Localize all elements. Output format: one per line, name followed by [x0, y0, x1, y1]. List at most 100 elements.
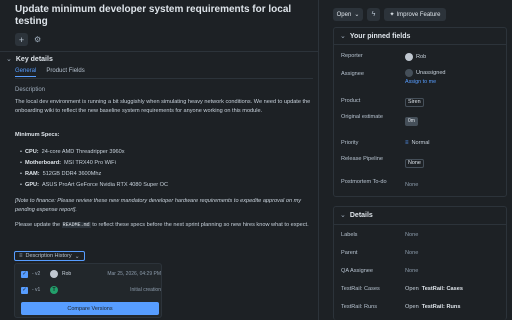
- checkbox-v2[interactable]: ✓: [21, 270, 28, 278]
- field-label: Labels: [341, 232, 358, 238]
- field-original-estimate: Original estimate 0m: [341, 114, 505, 126]
- details-label: Details: [349, 211, 373, 219]
- readme-code: README.md: [61, 222, 91, 228]
- history-date: Initial creation: [130, 287, 161, 293]
- key-details-tabs: General Product Fields: [15, 68, 85, 77]
- automation-button[interactable]: ϟ: [367, 8, 380, 21]
- field-value[interactable]: Open TestRail: Runs: [405, 304, 460, 311]
- field-value[interactable]: None: [405, 268, 418, 275]
- key-details-label: Key details: [15, 55, 53, 63]
- field-label: Product: [341, 98, 361, 104]
- field-reporter: Reporter Rob: [341, 53, 505, 61]
- improve-feature-button[interactable]: ✦ Improve Feature: [384, 8, 446, 21]
- pinned-fields-label: Your pinned fields: [349, 32, 411, 40]
- assign-to-me-link[interactable]: Assign to me: [405, 79, 446, 85]
- field-label: Original estimate: [341, 114, 383, 120]
- field-value[interactable]: None: [405, 232, 418, 239]
- field-parent: Parent None: [341, 250, 505, 257]
- field-label: QA Assignee: [341, 268, 374, 274]
- field-value[interactable]: Open TestRail: Cases: [405, 286, 463, 293]
- tab-general[interactable]: General: [15, 68, 37, 77]
- field-value[interactable]: ≡ Normal: [405, 140, 430, 147]
- version-label: - v1: [32, 287, 41, 293]
- avatar-icon: [405, 69, 413, 77]
- improve-feature-label: Improve Feature: [396, 11, 441, 18]
- list-item: • GPU: ASUS ProArt GeForce Nvidia RTX 4080…: [20, 182, 169, 188]
- add-button[interactable]: +: [15, 33, 28, 46]
- field-value[interactable]: Unassigned: [405, 69, 446, 77]
- field-value[interactable]: Rob: [405, 53, 426, 61]
- history-author: Rob: [62, 271, 72, 277]
- status-label: Open: [336, 11, 352, 18]
- bolt-icon: ϟ: [371, 11, 376, 18]
- plus-icon: +: [18, 34, 25, 45]
- field-postmortem: Postmortem To-do None: [341, 179, 505, 189]
- field-label: Reporter: [341, 53, 363, 59]
- history-icon: ≡: [19, 253, 23, 259]
- description-intro: The local dev environment is running a b…: [15, 99, 311, 114]
- field-value[interactable]: Siren: [405, 98, 424, 107]
- details-card: ⌄ Details Labels None Parent None QA Ass…: [333, 206, 507, 320]
- avatar: [50, 270, 58, 278]
- pinned-fields-header[interactable]: ⌄ Your pinned fields: [340, 32, 411, 41]
- chevron-down-icon: ⌄: [340, 33, 346, 40]
- field-labels: Labels None: [341, 232, 505, 239]
- checkbox-v1[interactable]: ✓: [21, 286, 28, 294]
- list-item: • CPU: 24-core AMD Threadripper 3960x: [20, 149, 125, 155]
- compare-versions-button[interactable]: Compare Versions: [21, 302, 159, 315]
- field-value[interactable]: None: [405, 179, 418, 189]
- chevron-down-icon: ⌄: [340, 212, 346, 219]
- field-value[interactable]: 0m: [405, 114, 418, 126]
- chevron-down-icon: ⌄: [354, 12, 360, 18]
- description-history-label: Description History: [25, 253, 72, 259]
- issue-title[interactable]: Update minimum developer system requirem…: [15, 4, 315, 28]
- sparkle-icon: ✦: [389, 12, 395, 18]
- field-qa-assignee: QA Assignee None: [341, 268, 505, 275]
- description-history-toggle[interactable]: ≡ Description History ⌄: [14, 251, 85, 261]
- field-label: Parent: [341, 250, 358, 256]
- tabs-divider: [15, 78, 313, 79]
- pinned-fields-card: ⌄ Your pinned fields Reporter Rob Assign…: [333, 27, 507, 197]
- chevron-down-icon: ⌄: [74, 253, 80, 260]
- history-date: Mar 25, 2026, 04:29 PM: [107, 271, 161, 277]
- divider: [0, 51, 318, 52]
- field-release-pipeline: Release Pipeline None: [341, 156, 505, 168]
- history-row-v2[interactable]: ✓ - v2 Rob Mar 25, 2026, 04:29 PM: [21, 268, 161, 280]
- avatar: [405, 53, 413, 61]
- issue-main-panel: Update minimum developer system requirem…: [0, 0, 318, 320]
- description-history-panel: ✓ - v2 Rob Mar 25, 2026, 04:29 PM ✓ - v1…: [14, 263, 162, 318]
- panel-divider: [318, 0, 319, 320]
- list-item: • Motherboard: MSI TRX40 Pro WiFi: [20, 160, 116, 166]
- status-dropdown[interactable]: Open ⌄: [333, 8, 363, 21]
- divider: [334, 224, 506, 225]
- update-instructions: Please update the README.md to reflect t…: [15, 222, 309, 228]
- priority-icon: ≡: [405, 140, 409, 146]
- gear-icon[interactable]: ⚙: [34, 35, 41, 44]
- tab-product-fields[interactable]: Product Fields: [46, 68, 84, 77]
- field-label: Priority: [341, 140, 359, 146]
- field-testrail-runs: TestRail: Runs Open TestRail: Runs: [341, 304, 505, 311]
- field-product: Product Siren: [341, 98, 505, 107]
- field-label: Postmortem To-do: [341, 179, 387, 185]
- field-label: TestRail: Runs: [341, 304, 378, 310]
- version-label: - v2: [32, 271, 41, 277]
- finance-note: [Note to finance: Please review these ne…: [15, 198, 302, 213]
- specs-list: • CPU: 24-core AMD Threadripper 3960x • Mot…: [20, 147, 310, 191]
- description-label: Description: [15, 87, 46, 93]
- field-label: Release Pipeline: [341, 156, 383, 162]
- field-testrail-cases: TestRail: Cases Open TestRail: Cases: [341, 286, 505, 293]
- divider: [334, 44, 506, 45]
- history-row-v1[interactable]: ✓ - v1 T Initial creation: [21, 284, 161, 296]
- field-label: Assignee: [341, 71, 365, 77]
- field-assignee: Assignee Unassigned Assign to me: [341, 69, 505, 85]
- chevron-down-icon: ⌄: [6, 56, 12, 63]
- field-value[interactable]: None: [405, 156, 424, 168]
- avatar: T: [50, 286, 58, 294]
- details-header[interactable]: ⌄ Details: [340, 211, 373, 220]
- field-label: TestRail: Cases: [341, 286, 380, 292]
- key-details-header[interactable]: ⌄ Key details: [6, 55, 53, 64]
- min-specs-heading: Minimum Specs:: [15, 132, 60, 138]
- list-item: • RAM: 512GB DDR4 3600Mhz: [20, 171, 102, 177]
- field-priority: Priority ≡ Normal: [341, 140, 505, 147]
- field-value[interactable]: None: [405, 250, 418, 257]
